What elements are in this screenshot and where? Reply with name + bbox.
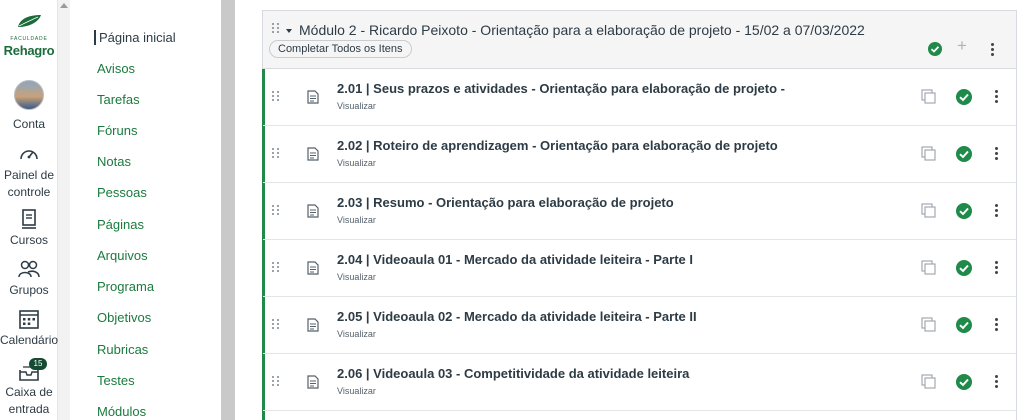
published-check-icon[interactable]	[956, 260, 972, 276]
nav-divider	[221, 0, 235, 420]
module-item-row[interactable]: 2.02 | Roteiro de aprendizagem - Orienta…	[263, 126, 1016, 183]
mastery-paths-icon[interactable]	[921, 260, 937, 276]
course-nav-outcomes[interactable]: Objetivos	[97, 310, 151, 325]
course-nav-people[interactable]: Pessoas	[97, 185, 147, 200]
item-options-kebab-icon[interactable]	[995, 318, 998, 333]
module-item-row[interactable]: 2.01 | Seus prazos e atividades - Orient…	[263, 69, 1016, 126]
course-nav-assignments[interactable]: Tarefas	[97, 92, 140, 107]
global-nav-label: Conta	[12, 117, 46, 131]
global-nav-label: Painel de controle	[3, 168, 55, 199]
logo-brand-text: Rehagro	[3, 43, 55, 58]
course-nav-discussions[interactable]: Fóruns	[97, 123, 137, 138]
global-nav-courses[interactable]: Cursos	[0, 208, 58, 249]
drag-handle-icon[interactable]	[272, 148, 280, 158]
page-document-icon	[307, 204, 319, 218]
app: FACULDADE Rehagro Conta Painel de contro…	[0, 0, 1024, 420]
item-options-kebab-icon[interactable]	[995, 90, 998, 105]
module-published-check-icon[interactable]	[928, 42, 942, 56]
global-nav-label: Cursos	[9, 233, 48, 247]
drag-handle-icon[interactable]	[272, 319, 280, 329]
calendar-icon	[19, 310, 39, 329]
course-nav-modules[interactable]: Módulos	[97, 404, 146, 419]
mastery-paths-icon[interactable]	[921, 146, 937, 162]
courses-icon	[22, 209, 36, 229]
global-nav-label: Calendário	[0, 333, 59, 347]
rehagro-logo[interactable]: FACULDADE Rehagro	[0, 10, 58, 65]
global-nav-calendar[interactable]: Calendário	[0, 308, 58, 349]
global-nav-dashboard[interactable]: Painel de controle	[0, 143, 58, 201]
module-item-subtitle: Visualizar	[337, 101, 376, 111]
logo-faculty-text: FACULDADE	[10, 36, 48, 42]
global-nav-groups[interactable]: Grupos	[0, 258, 58, 299]
drag-handle-icon[interactable]	[272, 262, 280, 272]
page-document-icon	[307, 90, 319, 104]
module-item-subtitle: Visualizar	[337, 386, 376, 396]
published-check-icon[interactable]	[956, 89, 972, 105]
module-item-subtitle: Visualizar	[337, 329, 376, 339]
course-nav: Página inicial Avisos Tarefas Fóruns Not…	[70, 0, 220, 420]
nav-scrollbar[interactable]	[58, 0, 70, 420]
module-item-subtitle: Visualizar	[337, 215, 376, 225]
module-title: Módulo 2 - Ricardo Peixoto - Orientação …	[299, 22, 865, 38]
module-item-row[interactable]: 2.04 | Videoaula 01 - Mercado da ativida…	[263, 240, 1016, 297]
module-item-title[interactable]: 2.06 | Videoaula 03 - Competitividade da…	[337, 366, 689, 381]
module-item-title[interactable]: 2.04 | Videoaula 01 - Mercado da ativida…	[337, 252, 693, 267]
module-item-subtitle: Visualizar	[337, 158, 376, 168]
course-nav-grades[interactable]: Notas	[97, 154, 131, 169]
module-item-row[interactable]: 2.06 | Videoaula 03 - Competitividade da…	[263, 354, 1016, 411]
item-options-kebab-icon[interactable]	[995, 147, 998, 162]
published-check-icon[interactable]	[956, 203, 972, 219]
drag-handle-icon[interactable]	[272, 376, 280, 386]
inbox-unread-badge: 15	[29, 358, 47, 370]
page-document-icon	[307, 147, 319, 161]
course-nav-files[interactable]: Arquivos	[97, 248, 148, 263]
course-nav-rubrics[interactable]: Rubricas	[97, 342, 148, 357]
global-nav: FACULDADE Rehagro Conta Painel de contro…	[0, 0, 58, 420]
dashboard-icon	[20, 150, 38, 160]
groups-icon	[18, 260, 40, 278]
leaf-icon	[18, 15, 41, 27]
module-card: Módulo 2 - Ricardo Peixoto - Orientação …	[262, 10, 1017, 420]
course-nav-syllabus[interactable]: Programa	[97, 279, 154, 294]
drag-handle-icon[interactable]	[272, 91, 280, 101]
item-options-kebab-icon[interactable]	[995, 375, 998, 390]
global-nav-inbox[interactable]: 15 Caixa de entrada	[0, 358, 58, 418]
course-nav-quizzes[interactable]: Testes	[97, 373, 135, 388]
mastery-paths-icon[interactable]	[921, 374, 937, 390]
item-options-kebab-icon[interactable]	[995, 261, 998, 276]
module-item-title[interactable]: 2.05 | Videoaula 02 - Mercado da ativida…	[337, 309, 697, 324]
page-document-icon	[307, 261, 319, 275]
drag-handle-icon[interactable]	[272, 23, 280, 33]
published-check-icon[interactable]	[956, 317, 972, 333]
module-options-kebab-icon[interactable]	[991, 43, 994, 58]
course-nav-pages[interactable]: Páginas	[97, 217, 144, 232]
module-header[interactable]: Módulo 2 - Ricardo Peixoto - Orientação …	[263, 11, 1016, 69]
add-item-plus-icon[interactable]: +	[957, 37, 967, 54]
mastery-paths-icon[interactable]	[921, 317, 937, 333]
avatar	[14, 80, 44, 110]
page-document-icon	[307, 375, 319, 389]
scroll-up-arrow-icon[interactable]	[60, 3, 68, 8]
module-item-title[interactable]: 2.03 | Resumo - Orientação para elaboraç…	[337, 195, 674, 210]
global-nav-account[interactable]: Conta	[0, 80, 58, 133]
module-item-subtitle: Visualizar	[337, 272, 376, 282]
collapse-caret-icon[interactable]	[286, 29, 292, 33]
course-nav-home[interactable]: Página inicial	[94, 30, 176, 45]
mastery-paths-icon[interactable]	[921, 89, 937, 105]
drag-handle-icon[interactable]	[272, 205, 280, 215]
item-options-kebab-icon[interactable]	[995, 204, 998, 219]
global-nav-label: Caixa de entrada	[5, 385, 53, 416]
mastery-paths-icon[interactable]	[921, 203, 937, 219]
main-content: Módulo 2 - Ricardo Peixoto - Orientação …	[235, 0, 1024, 420]
complete-all-button[interactable]: Completar Todos os Itens	[269, 40, 412, 58]
module-item-row[interactable]: 2.03 | Resumo - Orientação para elaboraç…	[263, 183, 1016, 240]
published-check-icon[interactable]	[956, 374, 972, 390]
published-check-icon[interactable]	[956, 146, 972, 162]
module-item-title[interactable]: 2.01 | Seus prazos e atividades - Orient…	[337, 81, 785, 96]
global-nav-label: Grupos	[9, 283, 49, 297]
course-nav-announcements[interactable]: Avisos	[97, 61, 135, 76]
module-item-row[interactable]: 2.05 | Videoaula 02 - Mercado da ativida…	[263, 297, 1016, 354]
module-item-title[interactable]: 2.02 | Roteiro de aprendizagem - Orienta…	[337, 138, 778, 153]
page-document-icon	[307, 318, 319, 332]
